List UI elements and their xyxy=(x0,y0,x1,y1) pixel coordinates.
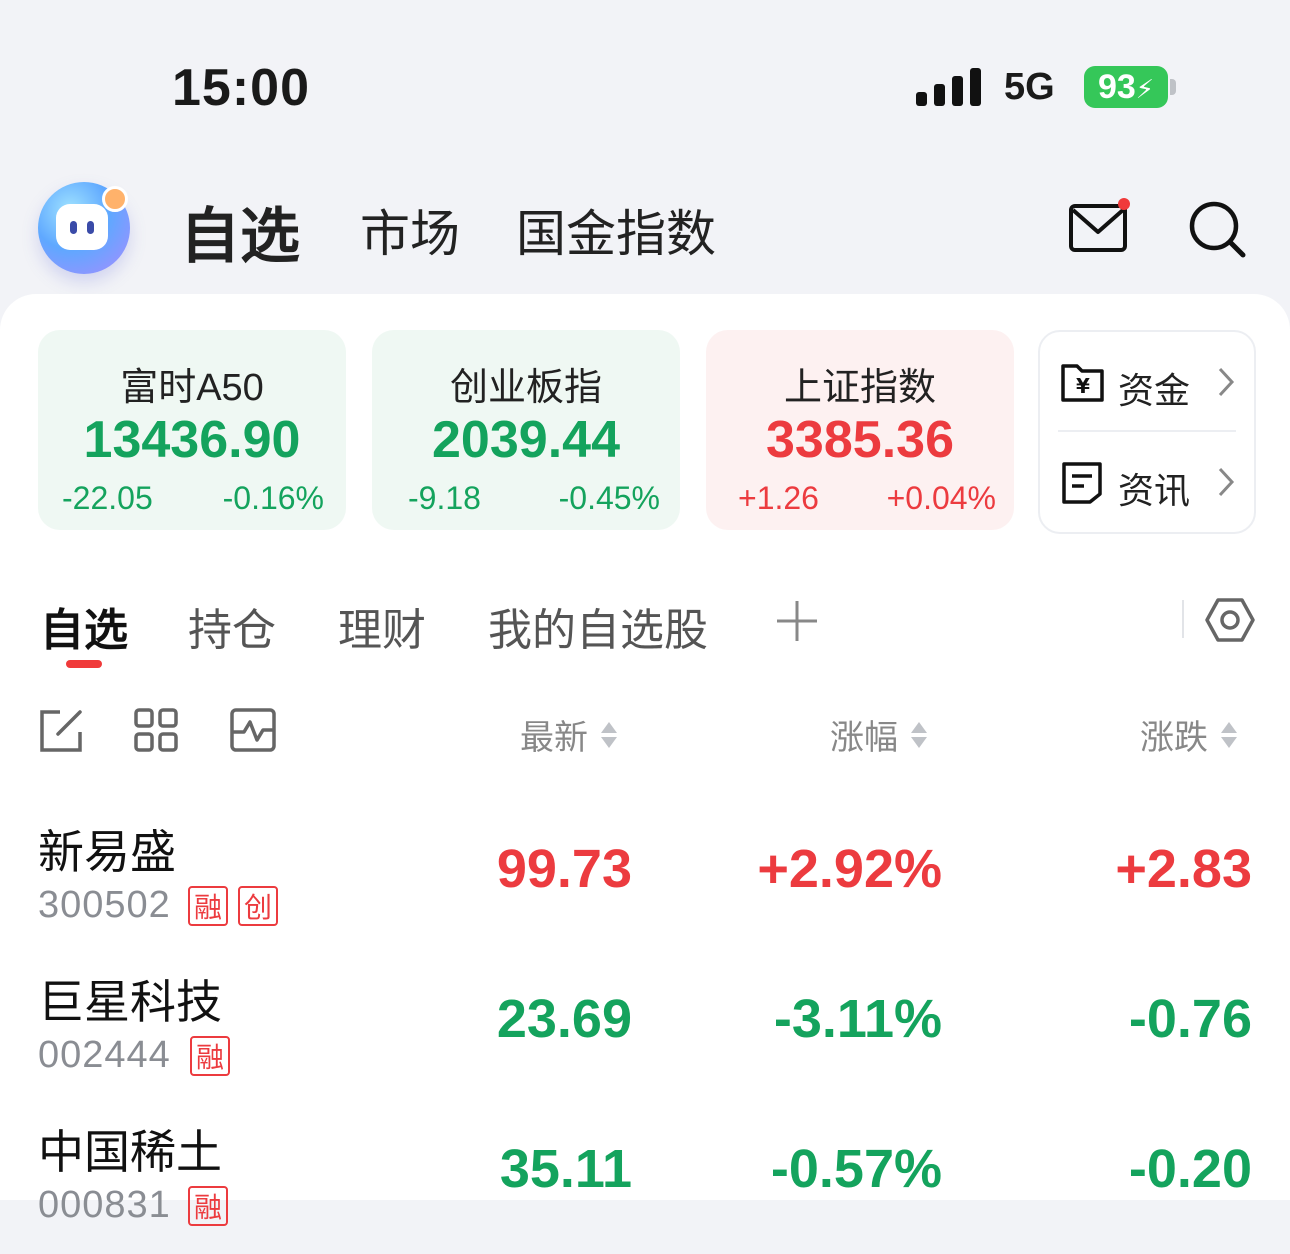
logo-face xyxy=(56,204,108,250)
main-content: 富时A50 13436.90 -22.05 -0.16% 创业板指 2039.4… xyxy=(0,294,1290,1226)
logo-eye xyxy=(70,221,77,234)
edit-icon[interactable] xyxy=(38,708,84,754)
quick-link-news[interactable]: 资讯 xyxy=(1040,432,1254,532)
stock-price: 23.69 xyxy=(496,989,632,1049)
tab-wealth[interactable]: 理财 xyxy=(338,594,426,658)
margin-tag: 融 xyxy=(188,1186,228,1226)
tab-watchlist[interactable]: 自选 xyxy=(40,594,128,658)
network-type: 5G xyxy=(1004,66,1055,108)
battery-level: 93 xyxy=(1097,68,1136,106)
index-name: 富时A50 xyxy=(120,367,264,409)
active-tab-indicator xyxy=(66,660,102,668)
settings-icon[interactable] xyxy=(1204,596,1256,644)
index-percent: +0.04% xyxy=(886,480,996,516)
table-row[interactable]: 中国稀土 000831 融 35.11 -0.57% -0.20 xyxy=(0,1104,1290,1254)
svg-text:¥: ¥ xyxy=(1076,374,1090,398)
index-card-chinext[interactable]: 创业板指 2039.44 -9.18 -0.45% xyxy=(372,330,680,530)
yuan-folder-icon: ¥ xyxy=(1061,364,1104,402)
column-label: 涨跌 xyxy=(1140,719,1208,757)
logo-eye xyxy=(87,221,94,234)
tab-my-watchlist[interactable]: 我的自选股 xyxy=(488,594,708,658)
index-change: -22.05 xyxy=(62,480,153,516)
quick-link-label: 资讯 xyxy=(1118,470,1191,511)
grid-view-icon[interactable] xyxy=(134,708,178,752)
nav-tab-watchlist[interactable]: 自选 xyxy=(180,188,300,275)
index-percent: -0.16% xyxy=(222,480,324,516)
sort-icon xyxy=(1220,721,1238,748)
index-card-a50[interactable]: 富时A50 13436.90 -22.05 -0.16% xyxy=(38,330,346,530)
index-percent: -0.45% xyxy=(558,480,660,516)
stock-name: 中国稀土 xyxy=(38,1126,222,1178)
column-label: 涨幅 xyxy=(830,719,898,757)
app-logo-icon[interactable] xyxy=(38,182,130,274)
notification-dot xyxy=(1118,198,1130,210)
table-row[interactable]: 巨星科技 002444 融 23.69 -3.11% -0.76 xyxy=(0,954,1290,1104)
add-tab-icon[interactable] xyxy=(774,598,820,644)
top-nav: 自选 市场 国金指数 xyxy=(0,170,1290,290)
margin-tag: 融 xyxy=(190,1036,230,1076)
stock-name: 巨星科技 xyxy=(38,976,222,1028)
index-value: 3385.36 xyxy=(766,411,954,469)
status-time: 15:00 xyxy=(172,59,310,117)
chevron-right-icon xyxy=(1218,367,1235,397)
stock-code: 002444 xyxy=(38,1034,171,1076)
chart-view-icon[interactable] xyxy=(230,708,276,752)
news-doc-icon xyxy=(1062,462,1102,504)
chinext-tag: 创 xyxy=(238,886,278,926)
stock-change-pct: -0.57% xyxy=(770,1139,942,1199)
quick-link-funds[interactable]: ¥ 资金 xyxy=(1040,332,1254,432)
stock-change-pct: -3.11% xyxy=(773,989,942,1049)
index-name: 创业板指 xyxy=(449,367,602,409)
sort-icon xyxy=(600,721,618,748)
search-icon[interactable] xyxy=(1188,200,1248,260)
column-header-change[interactable]: 涨跌 xyxy=(1140,710,1238,759)
quick-links-card: ¥ 资金 资讯 xyxy=(1038,330,1256,534)
tab-holdings[interactable]: 持仓 xyxy=(188,594,276,658)
nav-tab-index[interactable]: 国金指数 xyxy=(516,194,716,266)
index-value: 13436.90 xyxy=(83,411,301,469)
nav-tab-market[interactable]: 市场 xyxy=(360,194,460,266)
column-header-change-pct[interactable]: 涨幅 xyxy=(830,710,928,759)
stock-price: 35.11 xyxy=(499,1139,632,1199)
stock-change-pct: +2.92% xyxy=(757,839,942,899)
chevron-right-icon xyxy=(1218,467,1235,497)
index-value: 2039.44 xyxy=(432,411,620,469)
stock-price: 99.73 xyxy=(496,839,632,899)
stock-code: 300502 xyxy=(38,884,171,926)
stock-change: +2.83 xyxy=(1115,839,1252,899)
signal-icon xyxy=(916,68,981,106)
stock-change: -0.76 xyxy=(1128,989,1252,1049)
stock-name: 新易盛 xyxy=(38,826,176,878)
column-label: 最新 xyxy=(520,719,588,757)
index-name: 上证指数 xyxy=(783,367,936,409)
margin-tag: 融 xyxy=(188,886,228,926)
battery-icon: 93⚡ xyxy=(1084,66,1168,108)
index-change: -9.18 xyxy=(408,480,481,516)
stock-change: -0.20 xyxy=(1128,1139,1252,1199)
index-card-shanghai[interactable]: 上证指数 3385.36 +1.26 +0.04% xyxy=(706,330,1014,530)
logo-dot xyxy=(102,186,128,212)
column-header-latest[interactable]: 最新 xyxy=(520,710,618,759)
divider xyxy=(1182,600,1184,638)
table-row[interactable]: 新易盛 300502 融 创 99.73 +2.92% +2.83 xyxy=(0,804,1290,954)
battery-tip xyxy=(1170,79,1176,95)
quick-link-label: 资金 xyxy=(1118,370,1191,411)
status-bar: 15:00 5G 93⚡ xyxy=(0,0,1290,150)
stock-code: 000831 xyxy=(38,1184,171,1226)
sort-icon xyxy=(910,721,928,748)
index-change: +1.26 xyxy=(738,480,819,516)
